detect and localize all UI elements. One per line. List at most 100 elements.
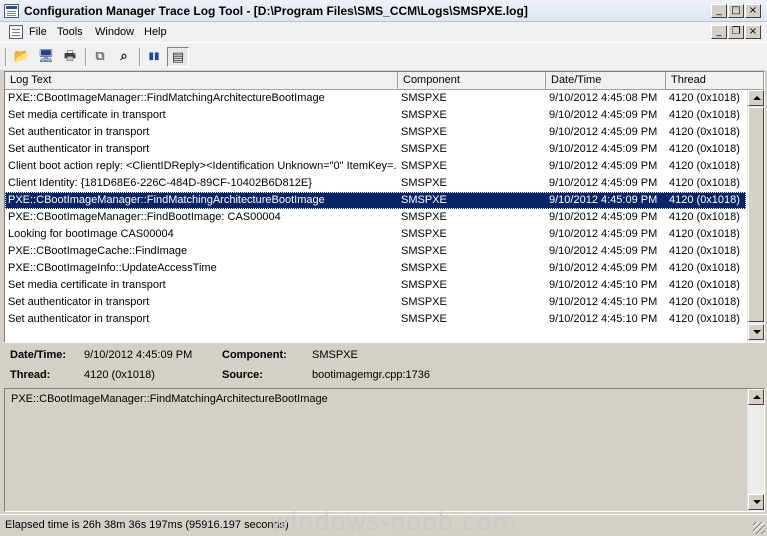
table-row[interactable]: PXE::CBootImageInfo::UpdateAccessTime SMS… — [5, 260, 746, 277]
log-list[interactable]: Log Text Component Date/Time Thread PXE:… — [4, 71, 765, 343]
cell-thread: 4120 (0x1018) — [669, 160, 740, 172]
log-detail-textarea[interactable]: PXE::CBootImageManager::FindMatchingArch… — [4, 388, 765, 512]
cell-log-text: Set authenticator in transport — [8, 126, 150, 138]
document-icon[interactable] — [9, 25, 23, 39]
cell-component: SMSPXE — [401, 109, 447, 121]
table-row[interactable]: Set media certificate in transport SMSPXE… — [5, 107, 746, 124]
child-minimize-button[interactable]: _ — [711, 25, 727, 39]
cell-thread: 4120 (0x1018) — [669, 262, 740, 274]
cell-datetime: 9/10/2012 4:45:09 PM — [549, 177, 658, 189]
scroll-up-button[interactable] — [748, 90, 764, 106]
arrow-up-icon — [753, 395, 761, 399]
menu-help[interactable]: Help — [144, 26, 167, 38]
toolbar-grip — [5, 48, 7, 66]
title-bar: Configuration Manager Trace Log Tool - [… — [0, 0, 767, 22]
cell-datetime: 9/10/2012 4:45:09 PM — [549, 143, 658, 155]
window-title: Configuration Manager Trace Log Tool - [… — [24, 4, 528, 18]
cell-component: SMSPXE — [401, 245, 447, 257]
cell-log-text: Set authenticator in transport — [8, 143, 150, 155]
pause-icon[interactable]: ▮▮ — [143, 47, 165, 67]
print-icon[interactable]: 🖶 — [59, 47, 81, 67]
menu-window[interactable]: Window — [95, 26, 134, 38]
watermark: windows-noob.com — [270, 508, 517, 536]
child-close-button[interactable]: × — [745, 25, 761, 39]
cell-log-text: Looking for bootImage CAS00004 — [8, 228, 174, 240]
column-header-component[interactable]: Component — [398, 72, 546, 90]
cell-log-text: PXE::CBootImageManager::FindMatchingArch… — [8, 194, 325, 206]
toolbar-separator — [139, 48, 141, 66]
cell-component: SMSPXE — [401, 160, 447, 172]
cell-component: SMSPXE — [401, 92, 447, 104]
detail-vertical-scrollbar[interactable] — [747, 389, 764, 511]
table-row[interactable]: Set authenticator in transport SMSPXE 9/10… — [5, 124, 746, 141]
column-header-datetime[interactable]: Date/Time — [546, 72, 666, 90]
toolbar-separator — [85, 48, 87, 66]
table-row[interactable]: PXE::CBootImageManager::FindBootImage: C… — [5, 209, 746, 226]
list-vertical-scrollbar[interactable] — [747, 90, 764, 342]
datetime-label: Date/Time: — [10, 349, 67, 361]
cell-component: SMSPXE — [401, 228, 447, 240]
cell-datetime: 9/10/2012 4:45:09 PM — [549, 211, 658, 223]
maximize-button[interactable]: □ — [728, 4, 744, 18]
table-row[interactable]: Set authenticator in transport SMSPXE 9/10… — [5, 141, 746, 158]
cell-log-text: Client boot action reply: <ClientIDReply… — [8, 160, 397, 172]
table-row[interactable]: Set authenticator in transport SMSPXE 9/10… — [5, 311, 746, 328]
thread-label: Thread: — [10, 369, 51, 381]
column-header-thread[interactable]: Thread — [666, 72, 764, 90]
menu-bar: File Tools Window Help _ ❐ × — [0, 22, 767, 42]
table-row[interactable]: Client boot action reply: <ClientIDReply… — [5, 158, 746, 175]
cell-thread: 4120 (0x1018) — [669, 245, 740, 257]
detail-scroll-up-button[interactable] — [748, 389, 764, 405]
cell-log-text: PXE::CBootImageManager::FindMatchingArch… — [8, 92, 325, 104]
cell-component: SMSPXE — [401, 143, 447, 155]
child-restore-button[interactable]: ❐ — [728, 25, 744, 39]
arrow-down-icon — [753, 500, 761, 504]
cell-component: SMSPXE — [401, 211, 447, 223]
table-row[interactable]: PXE::CBootImageManager::FindMatchingArch… — [5, 192, 746, 209]
cell-datetime: 9/10/2012 4:45:09 PM — [549, 160, 658, 172]
cell-component: SMSPXE — [401, 177, 447, 189]
datetime-value: 9/10/2012 4:45:09 PM — [84, 349, 193, 361]
cell-thread: 4120 (0x1018) — [669, 194, 740, 206]
monitor-icon[interactable]: 🖥 — [35, 47, 57, 67]
cell-thread: 4120 (0x1018) — [669, 177, 740, 189]
find-icon[interactable]: ⌕ — [113, 47, 135, 67]
copy-icon[interactable]: ⧉ — [89, 47, 111, 67]
cell-log-text: PXE::CBootImageInfo::UpdateAccessTime — [8, 262, 217, 274]
scroll-thumb[interactable] — [748, 107, 764, 322]
detail-scroll-down-button[interactable] — [748, 494, 764, 510]
cell-component: SMSPXE — [401, 262, 447, 274]
column-header-log-text[interactable]: Log Text — [5, 72, 398, 90]
cell-thread: 4120 (0x1018) — [669, 143, 740, 155]
resize-grip-icon[interactable] — [753, 522, 765, 534]
table-row[interactable]: Set authenticator in transport SMSPXE 9/10… — [5, 294, 746, 311]
status-text: Elapsed time is 26h 38m 36s 197ms (95916… — [5, 519, 289, 531]
cell-component: SMSPXE — [401, 313, 447, 325]
cell-thread: 4120 (0x1018) — [669, 296, 740, 308]
table-row[interactable]: PXE::CBootImageCache::FindImage SMSPXE 9/1… — [5, 243, 746, 260]
table-row[interactable]: Set media certificate in transport SMSPXE… — [5, 277, 746, 294]
cell-datetime: 9/10/2012 4:45:08 PM — [549, 92, 658, 104]
table-row[interactable]: Client Identity: {181D68E6-226C-484D-89C… — [5, 175, 746, 192]
component-value: SMSPXE — [312, 349, 358, 361]
list-header: Log Text Component Date/Time Thread — [5, 72, 764, 90]
cell-log-text: PXE::CBootImageCache::FindImage — [8, 245, 188, 257]
cell-log-text: Set authenticator in transport — [8, 313, 150, 325]
cell-log-text: Set authenticator in transport — [8, 296, 150, 308]
cell-thread: 4120 (0x1018) — [669, 313, 740, 325]
menu-file[interactable]: File — [29, 26, 47, 38]
minimize-button[interactable]: _ — [711, 4, 727, 18]
arrow-up-icon — [753, 96, 761, 100]
menu-tools[interactable]: Tools — [57, 26, 83, 38]
close-button[interactable]: × — [745, 4, 761, 18]
table-row[interactable]: PXE::CBootImageManager::FindMatchingArch… — [5, 90, 746, 107]
details-panel: Date/Time: 9/10/2012 4:45:09 PM Componen… — [0, 345, 767, 387]
table-row[interactable]: Looking for bootImage CAS00004 SMSPXE 9/10… — [5, 226, 746, 243]
split-view-icon[interactable]: ▤ — [167, 47, 189, 67]
cell-datetime: 9/10/2012 4:45:09 PM — [549, 194, 658, 206]
open-icon[interactable]: 📂 — [11, 47, 33, 67]
thread-value: 4120 (0x1018) — [84, 369, 155, 381]
cell-datetime: 9/10/2012 4:45:10 PM — [549, 279, 658, 291]
scroll-down-button[interactable] — [748, 324, 764, 340]
cell-datetime: 9/10/2012 4:45:09 PM — [549, 245, 658, 257]
